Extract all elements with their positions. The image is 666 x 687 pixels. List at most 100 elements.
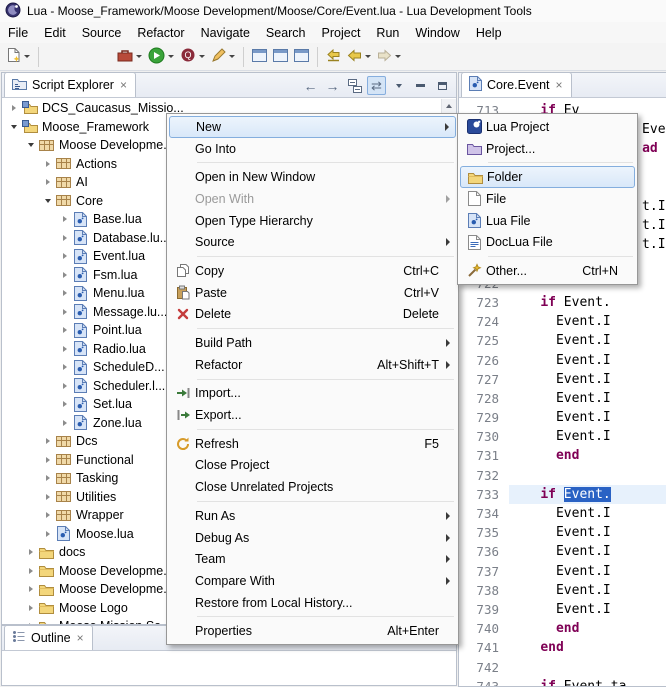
profile-dropdown-icon[interactable] — [229, 55, 235, 58]
new-wizard-button[interactable] — [4, 45, 33, 69]
open-perspective-button[interactable] — [249, 45, 270, 69]
menu-file[interactable]: File — [0, 24, 36, 42]
new-submenu-item-lua-file[interactable]: Lua File — [460, 210, 635, 232]
tree-expander-icon[interactable] — [42, 531, 54, 537]
maximize-icon[interactable] — [433, 76, 452, 95]
context-menu-item-delete[interactable]: DeleteDelete — [169, 304, 456, 326]
code-line-737[interactable]: 737 Event.I — [459, 562, 666, 581]
new-submenu-item-doclua-file[interactable]: DocLua File — [460, 231, 635, 253]
tree-expander-icon[interactable] — [42, 199, 54, 203]
context-menu-item-go-into[interactable]: Go Into — [169, 138, 456, 160]
tree-expander-icon[interactable] — [42, 161, 54, 167]
tree-expander-icon[interactable] — [59, 309, 71, 315]
tree-expander-icon[interactable] — [59, 401, 71, 407]
tree-expander-icon[interactable] — [59, 235, 71, 241]
tree-expander-icon[interactable] — [59, 364, 71, 370]
tree-expander-icon[interactable] — [42, 438, 54, 444]
tab-core-event[interactable]: Core.Event × — [461, 72, 572, 97]
new-submenu-item-other[interactable]: Other...Ctrl+N — [460, 260, 635, 282]
tab-outline[interactable]: Outline × — [4, 625, 93, 650]
back-icon[interactable]: ← — [301, 76, 320, 95]
context-menu-item-open-with[interactable]: Open With — [169, 188, 456, 210]
tree-expander-icon[interactable] — [8, 105, 20, 111]
context-menu-item-copy[interactable]: CopyCtrl+C — [169, 260, 456, 282]
forward-dropdown-icon[interactable] — [395, 55, 401, 58]
context-menu-item-paste[interactable]: PasteCtrl+V — [169, 282, 456, 304]
link-with-editor-icon[interactable]: ⇄ — [367, 76, 386, 95]
editor-area-button[interactable] — [291, 45, 312, 69]
close-icon[interactable]: × — [555, 79, 564, 91]
tree-expander-icon[interactable] — [25, 568, 37, 574]
context-menu-item-open-in-new-window[interactable]: Open in New Window — [169, 166, 456, 188]
context-menu-item-properties[interactable]: PropertiesAlt+Enter — [169, 620, 456, 642]
titlebar[interactable]: Lua - Moose_Framework/Moose Development/… — [0, 0, 666, 22]
context-menu-item-close-unrelated-projects[interactable]: Close Unrelated Projects — [169, 476, 456, 498]
menu-project[interactable]: Project — [314, 24, 369, 42]
show-view-button[interactable] — [270, 45, 291, 69]
run-dropdown-icon[interactable] — [168, 55, 174, 58]
menu-navigate[interactable]: Navigate — [193, 24, 258, 42]
context-menu-item-open-type-hierarchy[interactable]: Open Type Hierarchy — [169, 210, 456, 232]
context-menu-item-team[interactable]: Team — [169, 548, 456, 570]
external-tools-dropdown-icon[interactable] — [136, 55, 142, 58]
code-line-743[interactable]: 743 if Event.ta — [459, 677, 666, 686]
profile-button[interactable] — [208, 45, 238, 69]
run-button[interactable] — [145, 45, 177, 69]
tree-expander-icon[interactable] — [59, 420, 71, 426]
collapse-all-icon[interactable] — [345, 76, 364, 95]
context-menu-item-restore-from-local-history[interactable]: Restore from Local History... — [169, 592, 456, 614]
tree-expander-icon[interactable] — [59, 327, 71, 333]
new-wizard-dropdown-icon[interactable] — [24, 55, 30, 58]
tab-script-explorer[interactable]: Script Explorer × — [4, 72, 136, 97]
external-tools-button[interactable] — [114, 45, 145, 69]
context-menu-item-refactor[interactable]: RefactorAlt+Shift+T — [169, 354, 456, 376]
code-line-740[interactable]: 740 end — [459, 619, 666, 638]
new-submenu-item-file[interactable]: File — [460, 188, 635, 210]
code-line-742[interactable]: 742 — [459, 657, 666, 676]
code-line-724[interactable]: 724 Event.I — [459, 312, 666, 331]
tree-expander-icon[interactable] — [59, 272, 71, 278]
coverage-dropdown-icon[interactable] — [199, 55, 205, 58]
code-line-738[interactable]: 738 Event.I — [459, 581, 666, 600]
code-line-731[interactable]: 731 end — [459, 446, 666, 465]
back-button[interactable] — [344, 45, 374, 69]
menu-source[interactable]: Source — [74, 24, 130, 42]
code-line-741[interactable]: 741 end — [459, 638, 666, 657]
tree-expander-icon[interactable] — [42, 512, 54, 518]
forward-button[interactable] — [374, 45, 404, 69]
forward-icon[interactable]: → — [323, 76, 342, 95]
close-icon[interactable]: × — [76, 632, 85, 644]
last-edit-location-button[interactable] — [323, 45, 344, 69]
menu-run[interactable]: Run — [368, 24, 407, 42]
coverage-button[interactable]: Q — [177, 45, 208, 69]
tree-expander-icon[interactable] — [59, 346, 71, 352]
new-submenu-item-project[interactable]: Project... — [460, 138, 635, 160]
menu-help[interactable]: Help — [468, 24, 510, 42]
tree-expander-icon[interactable] — [59, 253, 71, 259]
tree-expander-icon[interactable] — [25, 549, 37, 555]
menu-window[interactable]: Window — [407, 24, 467, 42]
code-line-732[interactable]: 732 — [459, 466, 666, 485]
code-line-735[interactable]: 735 Event.I — [459, 523, 666, 542]
context-menu-item-source[interactable]: Source — [169, 231, 456, 253]
code-line-727[interactable]: 727 Event.I — [459, 370, 666, 389]
menu-refactor[interactable]: Refactor — [129, 24, 192, 42]
context-menu-item-close-project[interactable]: Close Project — [169, 455, 456, 477]
tree-expander-icon[interactable] — [42, 457, 54, 463]
code-line-725[interactable]: 725 Event.I — [459, 331, 666, 350]
tree-expander-icon[interactable] — [25, 623, 37, 624]
code-line-733[interactable]: 733 if Event. — [459, 485, 666, 504]
new-submenu-item-folder[interactable]: Folder — [460, 166, 635, 188]
code-line-729[interactable]: 729 Event.I — [459, 408, 666, 427]
menu-search[interactable]: Search — [258, 24, 314, 42]
context-menu-item-debug-as[interactable]: Debug As — [169, 527, 456, 549]
code-line-728[interactable]: 728 Event.I — [459, 389, 666, 408]
code-line-739[interactable]: 739 Event.I — [459, 600, 666, 619]
close-icon[interactable]: × — [119, 79, 128, 91]
code-line-736[interactable]: 736 Event.I — [459, 542, 666, 561]
context-menu-item-build-path[interactable]: Build Path — [169, 332, 456, 354]
context-menu-item-import[interactable]: Import... — [169, 383, 456, 405]
tree-expander-icon[interactable] — [25, 605, 37, 611]
menu-edit[interactable]: Edit — [36, 24, 74, 42]
tree-expander-icon[interactable] — [59, 383, 71, 389]
